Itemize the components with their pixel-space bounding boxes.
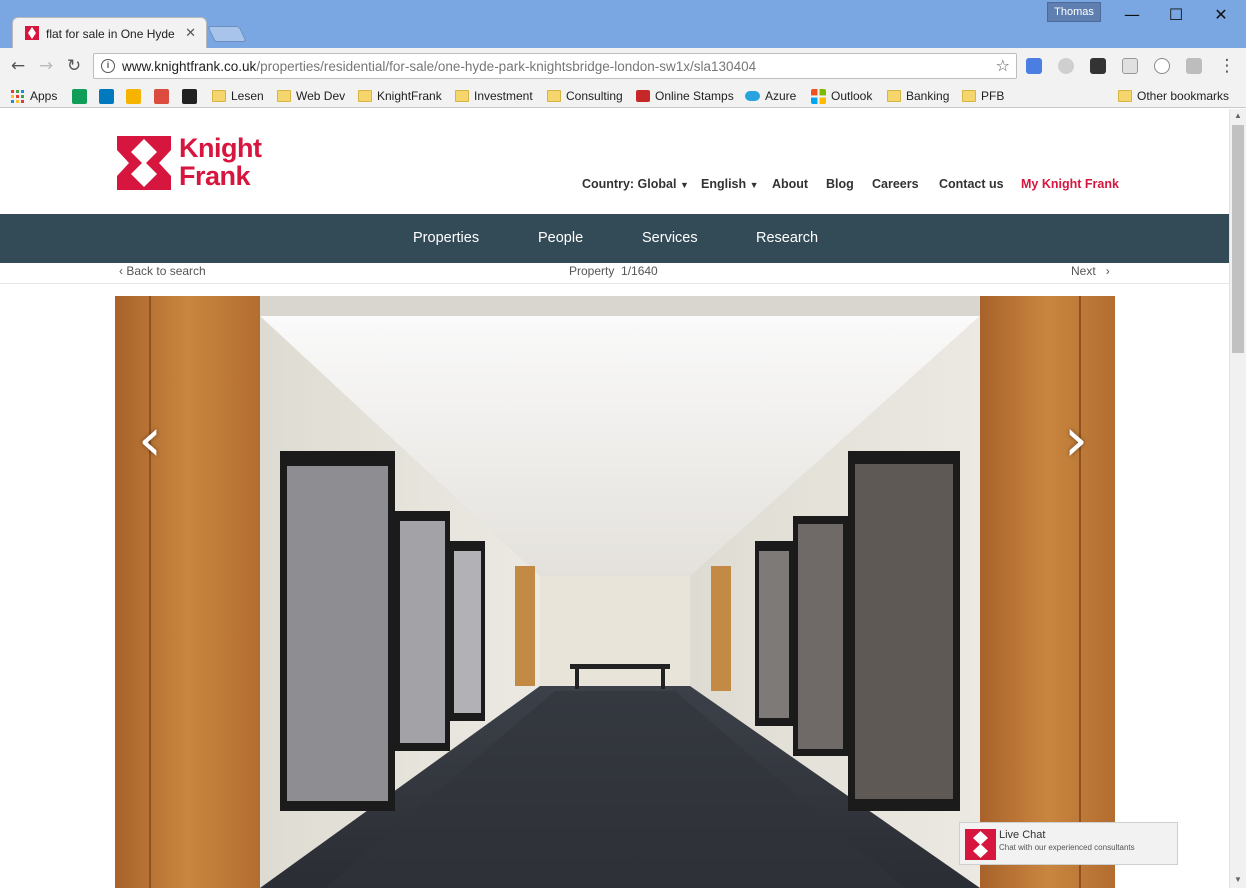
- folder-icon: [962, 90, 976, 102]
- folder-icon: [547, 90, 561, 102]
- menu-kebab-icon[interactable]: ⋮: [1217, 56, 1237, 76]
- browser-toolbar: ← → ↻ i www.knightfrank.co.uk/properties…: [0, 48, 1246, 84]
- folder-icon: [277, 90, 291, 102]
- knightfrank-favicon-icon: [25, 26, 39, 40]
- web-page: Knight Frank Country: Global ▼ English ▼…: [0, 109, 1229, 888]
- chevron-left-icon: ‹: [119, 264, 123, 278]
- chevron-right-icon: ›: [1105, 264, 1110, 278]
- close-window-button[interactable]: ✕: [1201, 3, 1241, 27]
- main-nav-properties[interactable]: Properties: [413, 230, 479, 246]
- nav-contact[interactable]: Contact us: [939, 177, 1004, 191]
- bookmark-azure[interactable]: Azure: [745, 87, 796, 105]
- bookmark-online-stamps[interactable]: Online Stamps: [636, 87, 734, 105]
- bookmark-knightfrank[interactable]: KnightFrank: [358, 87, 442, 105]
- nav-careers[interactable]: Careers: [872, 177, 919, 191]
- stamp-icon: [636, 90, 650, 102]
- bookmark-todoist[interactable]: [154, 87, 169, 105]
- tab-close-icon[interactable]: ✕: [185, 25, 196, 41]
- nav-my-knight-frank[interactable]: My Knight Frank: [1021, 177, 1119, 191]
- page-extension-icon[interactable]: [1122, 58, 1138, 74]
- bookmark-trello[interactable]: [99, 87, 114, 105]
- knight-frank-logo[interactable]: Knight Frank: [117, 134, 277, 194]
- circle-extension-icon[interactable]: [1154, 58, 1170, 74]
- bookmark-investment[interactable]: Investment: [455, 87, 533, 105]
- caret-down-icon: ▼: [749, 180, 759, 190]
- scroll-thumb[interactable]: [1232, 125, 1244, 353]
- tab-title: flat for sale in One Hyde: [46, 27, 175, 41]
- knight-frank-logo-mark-icon: [117, 136, 171, 190]
- apps-grid-icon: [11, 89, 24, 103]
- folder-icon: [212, 90, 226, 102]
- microsoft-icon: [811, 88, 826, 104]
- prev-photo-arrow-icon[interactable]: ‹: [138, 405, 162, 475]
- bookmark-other[interactable]: Other bookmarks: [1118, 87, 1229, 105]
- main-nav-people[interactable]: People: [538, 230, 583, 246]
- bookmark-pfb[interactable]: PFB: [962, 87, 1004, 105]
- logo-text: Knight Frank: [179, 133, 262, 191]
- country-dropdown[interactable]: Country: Global ▼: [582, 177, 689, 191]
- bookmark-buffer[interactable]: [182, 87, 197, 105]
- keep-icon: [126, 88, 141, 104]
- forward-arrow-icon[interactable]: →: [36, 56, 56, 76]
- bookmark-keep[interactable]: [126, 87, 141, 105]
- reload-icon[interactable]: ↻: [64, 56, 84, 76]
- new-tab-button[interactable]: [207, 26, 247, 42]
- bookmark-consulting[interactable]: Consulting: [547, 87, 623, 105]
- bookmark-web-dev[interactable]: Web Dev: [277, 87, 345, 105]
- bookmark-lesen[interactable]: Lesen: [212, 87, 264, 105]
- live-chat-title: Live Chat: [999, 829, 1046, 841]
- bookmark-sheets[interactable]: [72, 87, 87, 105]
- extension-icon[interactable]: [1058, 58, 1074, 74]
- scroll-up-icon[interactable]: ▲: [1234, 111, 1242, 120]
- nav-about[interactable]: About: [772, 177, 808, 191]
- folder-icon: [358, 90, 372, 102]
- next-photo-arrow-icon[interactable]: ›: [1064, 405, 1088, 475]
- next-property-link[interactable]: Next ›: [1071, 264, 1110, 278]
- bookmark-star-icon[interactable]: ☆: [996, 56, 1010, 75]
- translate-extension-icon[interactable]: [1026, 58, 1042, 74]
- property-counter: Property 1/1640: [569, 264, 658, 278]
- live-chat-subtitle: Chat with our experienced consultants: [999, 843, 1135, 852]
- maximize-button[interactable]: ☐: [1156, 3, 1196, 27]
- browser-title-bar: flat for sale in One Hyde ✕ Thomas — ☐ ✕: [0, 0, 1246, 48]
- buffer-icon: [182, 88, 197, 104]
- property-photo: [115, 296, 1115, 888]
- site-info-icon[interactable]: i: [101, 59, 115, 73]
- main-navigation: Properties People Services Research: [0, 214, 1229, 263]
- main-nav-research[interactable]: Research: [756, 230, 818, 246]
- scroll-down-icon[interactable]: ▼: [1234, 875, 1242, 884]
- caret-down-icon: ▼: [679, 180, 689, 190]
- url-text[interactable]: www.knightfrank.co.uk/properties/residen…: [122, 59, 756, 74]
- live-chat-widget[interactable]: Live Chat Chat with our experienced cons…: [959, 822, 1178, 865]
- trello-icon: [99, 88, 114, 104]
- knight-frank-chat-logo-icon: [965, 829, 996, 860]
- page-scrollbar[interactable]: ▲ ▼: [1229, 109, 1246, 888]
- corridor-photo-image: [115, 296, 1115, 888]
- folder-icon: [887, 90, 901, 102]
- buffer-extension-icon[interactable]: [1090, 58, 1106, 74]
- address-bar[interactable]: i www.knightfrank.co.uk/properties/resid…: [93, 53, 1017, 79]
- dropbox-extension-icon[interactable]: [1186, 58, 1202, 74]
- profile-button[interactable]: Thomas: [1047, 2, 1101, 22]
- folder-icon: [1118, 90, 1132, 102]
- nav-blog[interactable]: Blog: [826, 177, 854, 191]
- cloud-icon: [745, 91, 760, 101]
- todoist-icon: [154, 88, 169, 104]
- bookmark-banking[interactable]: Banking: [887, 87, 949, 105]
- browser-tab[interactable]: flat for sale in One Hyde ✕: [12, 17, 207, 48]
- back-to-search-link[interactable]: ‹ Back to search: [119, 264, 206, 278]
- bookmark-apps[interactable]: Apps: [10, 87, 57, 105]
- sheets-icon: [72, 88, 87, 104]
- folder-icon: [455, 90, 469, 102]
- minimize-button[interactable]: —: [1112, 3, 1152, 27]
- back-arrow-icon[interactable]: ←: [8, 56, 28, 76]
- bookmarks-bar: Apps Lesen Web Dev KnightFrank Investmen…: [0, 84, 1246, 108]
- main-nav-services[interactable]: Services: [642, 230, 698, 246]
- bookmark-outlook[interactable]: Outlook: [811, 87, 872, 105]
- divider: [0, 283, 1229, 284]
- language-dropdown[interactable]: English ▼: [701, 177, 759, 191]
